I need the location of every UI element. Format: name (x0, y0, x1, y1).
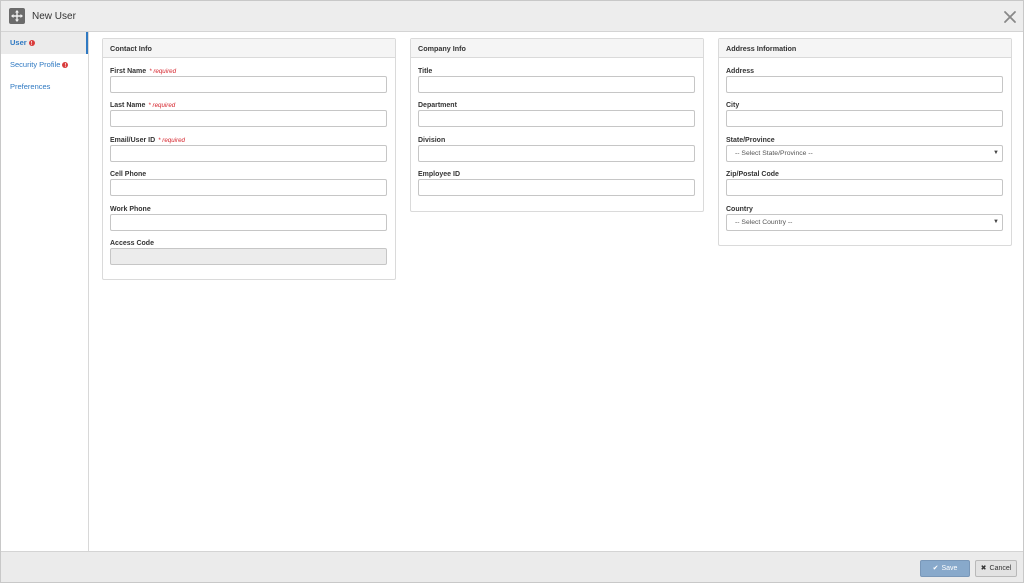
state-select[interactable]: -- Select State/Province -- ▼ (726, 145, 1003, 162)
dialog-title: New User (32, 11, 76, 22)
exclamation-circle-icon (62, 55, 69, 77)
country-selected-value: -- Select Country -- (735, 219, 793, 226)
move-arrows-icon (9, 8, 25, 24)
email-input[interactable] (110, 145, 387, 162)
sidebar-item-label: User (10, 38, 27, 47)
zip-label: Zip/Postal Code (726, 171, 779, 178)
company-info-heading: Company Info (411, 39, 703, 58)
sidebar-nav: User Security Profile Preferences (1, 32, 89, 551)
work-phone-input[interactable] (110, 214, 387, 231)
email-label: Email/User ID * required (110, 137, 185, 144)
required-marker: * required (158, 137, 185, 144)
new-user-dialog: New User User Security Profile Preferenc… (0, 0, 1024, 583)
first-name-label: First Name * required (110, 68, 177, 75)
exclamation-circle-icon (28, 33, 35, 55)
contact-info-heading: Contact Info (103, 39, 395, 58)
address-info-panel: Address Information Address City State/P… (718, 38, 1012, 246)
address-label: Address (726, 68, 755, 75)
close-icon[interactable] (1001, 8, 1019, 26)
cell-phone-label: Cell Phone (110, 171, 147, 178)
department-label: Department (418, 102, 457, 109)
check-icon: ✔ (932, 565, 939, 572)
sidebar-item-label: Preferences (10, 82, 51, 91)
last-name-input[interactable] (110, 110, 387, 127)
country-label: Country (726, 206, 753, 213)
caret-down-icon: ▼ (993, 219, 999, 225)
department-input[interactable] (418, 110, 695, 127)
dialog-footer: ✔ Save ✖ Cancel (1, 551, 1023, 582)
cancel-button[interactable]: ✖ Cancel (975, 560, 1017, 577)
address-info-heading: Address Information (719, 39, 1011, 58)
division-input[interactable] (418, 145, 695, 162)
country-select[interactable]: -- Select Country -- ▼ (726, 214, 1003, 231)
sidebar-item-user[interactable]: User (1, 32, 88, 55)
save-button[interactable]: ✔ Save (920, 560, 970, 577)
zip-input[interactable] (726, 179, 1003, 196)
sidebar-item-security-profile[interactable]: Security Profile (1, 54, 88, 77)
city-label: City (726, 102, 740, 109)
access-code-label: Access Code (110, 240, 154, 247)
title-input[interactable] (418, 76, 695, 93)
save-button-label: Save (941, 565, 958, 572)
required-marker: * required (148, 102, 176, 109)
employee-id-input[interactable] (418, 179, 695, 196)
required-marker: * required (149, 68, 177, 75)
sidebar-item-preferences[interactable]: Preferences (1, 76, 88, 98)
dialog-titlebar: New User (1, 1, 1023, 32)
cancel-button-label: Cancel (989, 565, 1012, 572)
access-code-input (110, 248, 387, 265)
sidebar-item-label: Security Profile (10, 60, 61, 69)
cell-phone-input[interactable] (110, 179, 387, 196)
title-label: Title (418, 68, 433, 75)
state-label: State/Province (726, 137, 775, 144)
city-input[interactable] (726, 110, 1003, 127)
x-icon: ✖ (980, 565, 987, 572)
last-name-label: Last Name * required (110, 102, 176, 109)
division-label: Division (418, 137, 446, 144)
caret-down-icon: ▼ (993, 150, 999, 156)
work-phone-label: Work Phone (110, 206, 151, 213)
employee-id-label: Employee ID (418, 171, 461, 178)
company-info-panel: Company Info Title Department Division E… (410, 38, 704, 212)
contact-info-panel: Contact Info First Name * required Last N… (102, 38, 396, 280)
state-selected-value: -- Select State/Province -- (735, 150, 813, 157)
first-name-input[interactable] (110, 76, 387, 93)
address-input[interactable] (726, 76, 1003, 93)
